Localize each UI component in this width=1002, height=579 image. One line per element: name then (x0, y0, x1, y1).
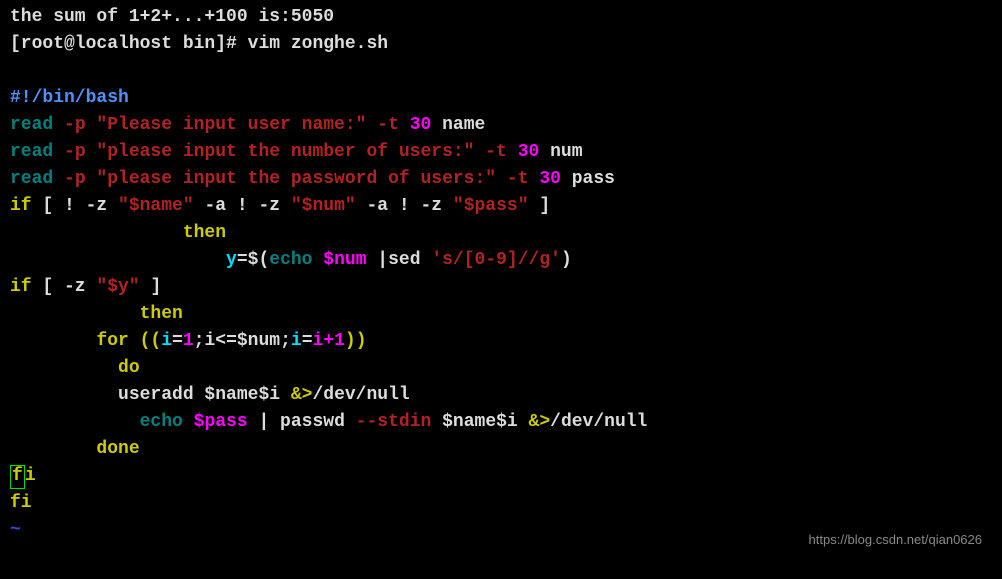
cursor: f (10, 465, 25, 489)
watermark: https://blog.csdn.net/qian0626 (809, 530, 982, 550)
read-line-2: read -p "please input the number of user… (10, 139, 992, 166)
fi-line-1: fi (10, 463, 992, 490)
fi-line-2: fi (10, 490, 992, 517)
if-line-2: if [ -z "$y" ] (10, 274, 992, 301)
y-assign-line: y=$(echo $num |sed 's/[0-9]//g') (10, 247, 992, 274)
useradd-line: useradd $name$i &>/dev/null (10, 382, 992, 409)
read-line-3: read -p "please input the password of us… (10, 166, 992, 193)
terminal-output[interactable]: the sum of 1+2+...+100 is:5050 [root@loc… (10, 4, 992, 544)
if-line-1: if [ ! -z "$name" -a ! -z "$num" -a ! -z… (10, 193, 992, 220)
then-line-1: then (10, 220, 992, 247)
prev-output: the sum of 1+2+...+100 is:5050 (10, 4, 992, 31)
done-line: done (10, 436, 992, 463)
for-line: for ((i=1;i<=$num;i=i+1)) (10, 328, 992, 355)
then-line-2: then (10, 301, 992, 328)
echo-passwd-line: echo $pass | passwd --stdin $name$i &>/d… (10, 409, 992, 436)
shell-prompt: [root@localhost bin]# vim zonghe.sh (10, 31, 992, 58)
do-line: do (10, 355, 992, 382)
shebang-line: #!/bin/bash (10, 85, 992, 112)
blank-line (10, 58, 992, 85)
read-line-1: read -p "Please input user name:" -t 30 … (10, 112, 992, 139)
